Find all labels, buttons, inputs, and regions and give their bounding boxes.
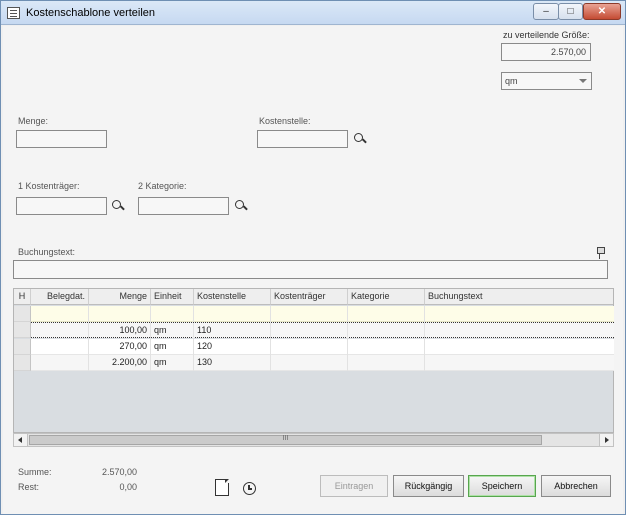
speichern-button[interactable]: Speichern (468, 475, 536, 497)
row-header[interactable] (14, 355, 31, 371)
menge-label: Menge: (18, 116, 49, 126)
summe-label: Summe: (18, 467, 52, 477)
table-row[interactable]: 2.200,00 qm 130 (31, 355, 614, 371)
kostenstelle-search-icon[interactable] (353, 132, 367, 146)
cell-kostenstelle[interactable] (194, 306, 271, 322)
row-header[interactable] (14, 322, 31, 338)
cell-kostenstelle[interactable]: 110 (194, 323, 271, 339)
cell-kostenstelle[interactable]: 130 (194, 355, 271, 371)
buchungstext-label: Buchungstext: (18, 247, 76, 257)
horizontal-scrollbar[interactable]: III (13, 433, 614, 447)
title-bar[interactable]: Kostenschablone verteilen – □ ✕ (1, 1, 625, 25)
cell-buchungstext[interactable] (425, 355, 614, 371)
unit-select-value: qm (505, 76, 518, 86)
kategorie-label: 2 Kategorie: (138, 181, 187, 191)
kostentraeger-input[interactable] (16, 197, 107, 215)
maximize-button[interactable]: □ (558, 3, 583, 20)
row-header[interactable] (14, 339, 31, 355)
cell-einheit[interactable]: qm (151, 323, 194, 339)
scroll-right-icon[interactable] (599, 434, 613, 446)
column-header-einheit[interactable]: Einheit (151, 289, 194, 305)
column-header-buchungstext[interactable]: Buchungstext (425, 289, 613, 305)
kategorie-search-icon[interactable] (234, 199, 248, 213)
kostenstelle-label: Kostenstelle: (259, 116, 311, 126)
column-header-kategorie[interactable]: Kategorie (348, 289, 425, 305)
cell-belegdat[interactable] (31, 323, 89, 339)
summe-value: 2.570,00 (101, 467, 137, 477)
cell-belegdat[interactable] (31, 355, 89, 371)
table-row[interactable]: 270,00 qm 120 (31, 339, 614, 355)
rest-label: Rest: (18, 482, 40, 492)
cell-menge[interactable] (89, 306, 151, 322)
kategorie-input[interactable] (138, 197, 229, 215)
menge-input[interactable] (16, 130, 107, 148)
rueckgaengig-button[interactable]: Rückgängig (393, 475, 464, 497)
cell-buchungstext[interactable] (425, 306, 614, 322)
groesse-field[interactable]: 2.570,00 (501, 43, 591, 61)
table-row[interactable]: 100,00 qm 110 (31, 322, 614, 339)
kostentraeger-search-icon[interactable] (111, 199, 125, 213)
column-header-menge[interactable]: Menge (89, 289, 151, 305)
cell-buchungstext[interactable] (425, 323, 614, 339)
clock-icon[interactable] (243, 482, 256, 495)
cell-einheit[interactable]: qm (151, 339, 194, 355)
chevron-down-icon[interactable] (577, 75, 589, 87)
table-row[interactable] (31, 306, 614, 322)
distribution-table: H Belegdat. Menge Einheit Kostenstelle K… (13, 288, 614, 433)
column-header-h[interactable]: H (14, 289, 31, 305)
unit-select[interactable]: qm (501, 72, 592, 90)
cell-menge[interactable]: 2.200,00 (89, 355, 151, 371)
dialog-window: Kostenschablone verteilen – □ ✕ zu verte… (0, 0, 626, 515)
scroll-thumb[interactable]: III (29, 435, 542, 445)
column-header-belegdat[interactable]: Belegdat. (31, 289, 89, 305)
cell-belegdat[interactable] (31, 339, 89, 355)
close-button[interactable]: ✕ (583, 3, 621, 20)
cell-kategorie[interactable] (348, 323, 425, 339)
cell-menge[interactable]: 100,00 (89, 323, 151, 339)
buchungstext-input[interactable] (13, 260, 608, 279)
cell-kostentraeger[interactable] (271, 323, 348, 339)
kostentraeger-label: 1 Kostenträger: (18, 181, 80, 191)
cell-belegdat[interactable] (31, 306, 89, 322)
eintragen-button[interactable]: Eintragen (320, 475, 388, 497)
groesse-label: zu verteilende Größe: (503, 30, 590, 40)
pin-icon[interactable] (595, 247, 605, 259)
cell-kostentraeger[interactable] (271, 355, 348, 371)
cell-kategorie[interactable] (348, 355, 425, 371)
cell-kostentraeger[interactable] (271, 339, 348, 355)
cell-einheit[interactable]: qm (151, 355, 194, 371)
window-title: Kostenschablone verteilen (26, 7, 156, 19)
minimize-button[interactable]: – (533, 3, 559, 20)
row-header[interactable] (14, 306, 31, 322)
abbrechen-button[interactable]: Abbrechen (541, 475, 611, 497)
scroll-left-icon[interactable] (14, 434, 28, 446)
rest-value: 0,00 (119, 482, 137, 492)
cell-kategorie[interactable] (348, 339, 425, 355)
cell-buchungstext[interactable] (425, 339, 614, 355)
cell-kostentraeger[interactable] (271, 306, 348, 322)
dialog-content: zu verteilende Größe: 2.570,00 qm Menge:… (3, 26, 623, 514)
cell-kategorie[interactable] (348, 306, 425, 322)
cell-kostenstelle[interactable]: 120 (194, 339, 271, 355)
document-icon[interactable] (215, 479, 229, 496)
kostenstelle-input[interactable] (257, 130, 348, 148)
app-icon (7, 7, 20, 19)
column-header-kostenstelle[interactable]: Kostenstelle (194, 289, 271, 305)
column-header-kostentraeger[interactable]: Kostenträger (271, 289, 348, 305)
cell-einheit[interactable] (151, 306, 194, 322)
cell-menge[interactable]: 270,00 (89, 339, 151, 355)
